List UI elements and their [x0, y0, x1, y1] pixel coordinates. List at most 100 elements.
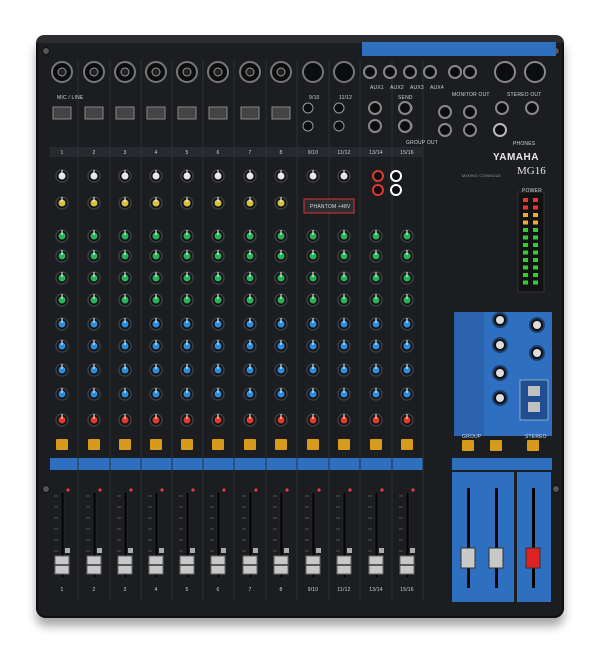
pfl-button[interactable]	[221, 548, 226, 553]
pfl-button[interactable]	[253, 548, 258, 553]
rca-input[interactable]	[390, 184, 402, 196]
peak-led	[160, 488, 164, 492]
master-on-button[interactable]	[462, 440, 474, 451]
aux-send-jack[interactable]	[363, 65, 377, 79]
jack-center	[182, 67, 192, 77]
stereo-label: STEREO	[525, 434, 547, 440]
monitor-out-jack[interactable]	[463, 65, 477, 79]
meter-led	[533, 250, 538, 255]
output-jack[interactable]	[398, 119, 412, 133]
on-button[interactable]	[275, 439, 287, 450]
line-jack-r[interactable]	[302, 120, 314, 132]
hpf-pad-switch[interactable]	[84, 106, 104, 120]
rca-input[interactable]	[372, 170, 384, 182]
master-on-button[interactable]	[527, 440, 539, 451]
phones-jack[interactable]	[493, 123, 507, 137]
pfl-button[interactable]	[159, 548, 164, 553]
peak-led	[66, 488, 70, 492]
meter-led	[533, 205, 538, 210]
aux-send-jack[interactable]	[423, 65, 437, 79]
pfl-button[interactable]	[347, 548, 352, 553]
output-jack[interactable]	[368, 101, 382, 115]
hpf-pad-switch[interactable]	[52, 106, 72, 120]
jack-center	[89, 67, 99, 77]
on-button[interactable]	[212, 439, 224, 450]
xlr-jack[interactable]	[302, 61, 324, 83]
on-button[interactable]	[244, 439, 256, 450]
channel-number: 9/10	[307, 150, 319, 156]
master-switch[interactable]	[528, 402, 540, 412]
on-button[interactable]	[370, 439, 382, 450]
on-button[interactable]	[401, 439, 413, 450]
stereo-out-xlr[interactable]	[494, 61, 516, 83]
peak-led	[348, 488, 352, 492]
master-knob[interactable]	[496, 369, 504, 377]
output-jack[interactable]	[398, 101, 412, 115]
on-button[interactable]	[56, 439, 68, 450]
master-fader-track	[495, 488, 498, 588]
on-button[interactable]	[181, 439, 193, 450]
on-button[interactable]	[338, 439, 350, 450]
master-knob[interactable]	[533, 321, 541, 329]
aux-label-2: AUX2	[390, 85, 404, 91]
master-panel-grille	[454, 312, 484, 436]
pfl-button[interactable]	[65, 548, 70, 553]
output-jack[interactable]	[463, 105, 477, 119]
meter-led	[533, 280, 538, 285]
fader-channel-number: 8	[279, 587, 283, 593]
meter-led	[523, 205, 528, 210]
master-on-button[interactable]	[490, 440, 502, 451]
output-jack[interactable]	[438, 123, 452, 137]
hpf-pad-switch[interactable]	[208, 106, 228, 120]
output-jack[interactable]	[438, 105, 452, 119]
rca-input[interactable]	[390, 170, 402, 182]
pfl-button[interactable]	[316, 548, 321, 553]
master-knob[interactable]	[533, 349, 541, 357]
pfl-button[interactable]	[190, 548, 195, 553]
line-jack-l[interactable]	[333, 102, 345, 114]
pfl-button[interactable]	[284, 548, 289, 553]
group-out-label: GROUP OUT	[406, 140, 438, 146]
channel-number: 3	[123, 150, 127, 156]
pfl-button[interactable]	[128, 548, 133, 553]
on-button[interactable]	[307, 439, 319, 450]
on-button[interactable]	[88, 439, 100, 450]
monitor-out-jack[interactable]	[448, 65, 462, 79]
master-knob[interactable]	[496, 341, 504, 349]
hpf-pad-switch[interactable]	[177, 106, 197, 120]
master-fader-knob[interactable]	[460, 547, 476, 569]
channel-number: 4	[154, 150, 158, 156]
fader-channel-number: 7	[248, 587, 252, 593]
hpf-pad-switch[interactable]	[146, 106, 166, 120]
meter-led	[533, 220, 538, 225]
stereo-out-xlr[interactable]	[524, 61, 546, 83]
hpf-pad-switch[interactable]	[115, 106, 135, 120]
fader-channel-number: 13/14	[369, 587, 383, 593]
master-knob[interactable]	[496, 316, 504, 324]
line-jack-l[interactable]	[302, 102, 314, 114]
master-fader-knob[interactable]	[525, 547, 541, 569]
aux-send-jack[interactable]	[383, 65, 397, 79]
hpf-pad-switch[interactable]	[271, 106, 291, 120]
aux-send-jack[interactable]	[403, 65, 417, 79]
xlr-jack[interactable]	[333, 61, 355, 83]
pfl-button[interactable]	[410, 548, 415, 553]
pfl-button[interactable]	[97, 548, 102, 553]
output-jack[interactable]	[368, 119, 382, 133]
master-knob[interactable]	[496, 394, 504, 402]
output-jack[interactable]	[525, 101, 539, 115]
output-jack[interactable]	[495, 101, 509, 115]
rca-input[interactable]	[372, 184, 384, 196]
line-jack-r[interactable]	[333, 120, 345, 132]
hpf-pad-switch[interactable]	[240, 106, 260, 120]
on-button[interactable]	[119, 439, 131, 450]
output-jack[interactable]	[463, 123, 477, 137]
pfl-button[interactable]	[379, 548, 384, 553]
stereo-11-12-label: 11/12	[339, 95, 353, 101]
subtitle: MIXING CONSOLE	[462, 173, 502, 178]
master-switch[interactable]	[528, 386, 540, 396]
master-fader-knob[interactable]	[488, 547, 504, 569]
meter-led	[523, 250, 528, 255]
on-button[interactable]	[150, 439, 162, 450]
level-meter	[517, 191, 545, 293]
